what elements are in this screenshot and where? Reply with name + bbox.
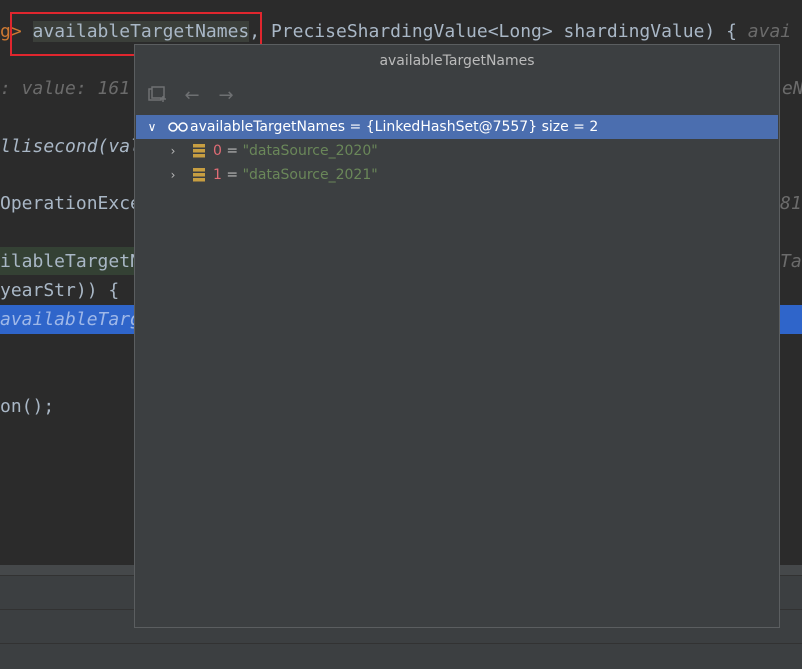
equals-sign: = [221, 167, 243, 183]
watches-icon [148, 86, 166, 102]
inline-hint-right: Tar [780, 251, 802, 272]
element-value: "dataSource_2021" [242, 167, 378, 183]
variable-value: = {LinkedHashSet@7557} size = 2 [345, 119, 599, 135]
element-value: "dataSource_2020" [242, 143, 378, 159]
code-line: OperationExce [0, 190, 141, 218]
chevron-down-icon[interactable]: ∨ [144, 115, 160, 139]
variable-name: availableTargetNames [190, 119, 346, 135]
code-token: ilableTargetN [0, 251, 141, 272]
code-line: : value: 161 [0, 75, 130, 103]
tree-row-root[interactable]: ∨ availableTargetNames = {LinkedHashSet@… [136, 115, 778, 139]
element-index: 0 [213, 143, 222, 159]
code-token: , PreciseShardingValue<Long> shardingVal… [249, 21, 748, 42]
variables-tree: ∨ availableTargetNames = {LinkedHashSet@… [135, 115, 779, 187]
back-button[interactable]: ← [177, 82, 207, 108]
watch-glasses-icon [168, 122, 188, 132]
arrow-right-icon: → [218, 84, 234, 106]
inline-hint-right: eNa [782, 78, 802, 99]
code-token: yearStr)) { [0, 280, 120, 301]
code-line: llisecond(val [0, 133, 141, 161]
equals-sign: = [221, 143, 243, 159]
field-icon [193, 144, 205, 158]
forward-button[interactable]: → [211, 82, 241, 108]
code-token: g> [0, 21, 22, 42]
code-token: llisecond(val [0, 136, 141, 157]
tree-row[interactable]: › 1 = "dataSource_2021" [135, 163, 779, 187]
code-line: on(); [0, 393, 54, 421]
chevron-right-icon[interactable]: › [165, 139, 181, 163]
code-line: ilableTargetN [0, 248, 141, 276]
arrow-left-icon: ← [184, 84, 200, 106]
divider [0, 643, 802, 644]
element-index: 1 [213, 167, 222, 183]
tree-row[interactable]: › 0 = "dataSource_2020" [135, 139, 779, 163]
popup-title[interactable]: availableTargetNames [135, 45, 779, 77]
variable-inspect-popup[interactable]: availableTargetNames ← → ∨ availableTarg… [134, 44, 780, 628]
inline-hint: avai [747, 21, 792, 42]
code-line: yearStr)) { [0, 277, 119, 305]
add-to-watches-button[interactable] [143, 82, 173, 108]
code-token: OperationExce [0, 193, 141, 214]
code-token-highlighted[interactable]: availableTargetNames [32, 21, 250, 42]
inline-hint: : value: 161 [0, 78, 131, 99]
code-token: on(); [0, 396, 55, 417]
code-line-current: availableTarge [0, 306, 152, 334]
chevron-right-icon[interactable]: › [165, 163, 181, 187]
popup-toolbar: ← → [143, 81, 241, 109]
inline-hint-right: 81 [780, 193, 802, 214]
code-token: availableTarge [0, 309, 152, 330]
code-line-signature: g> availableTargetNames, PreciseSharding… [0, 18, 791, 46]
field-icon [193, 168, 205, 182]
